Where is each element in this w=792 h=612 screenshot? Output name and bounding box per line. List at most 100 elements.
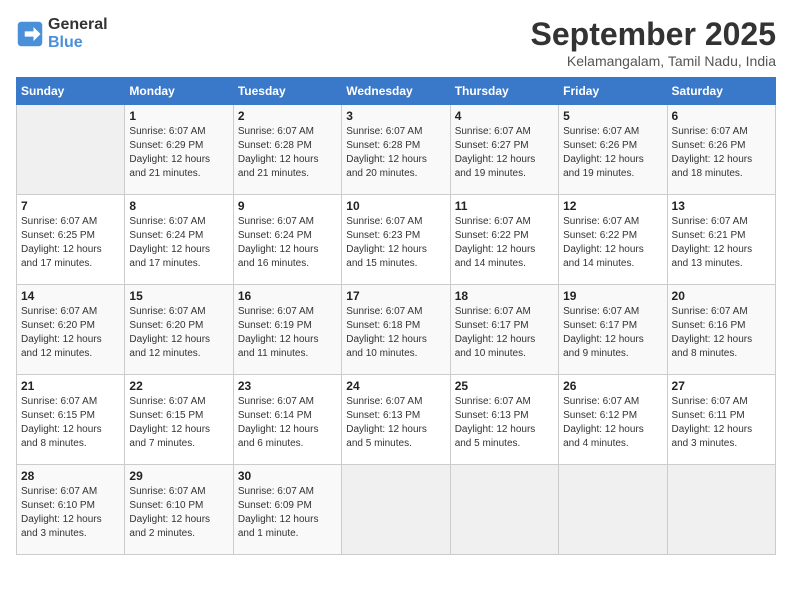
calendar-cell: 2 Sunrise: 6:07 AM Sunset: 6:28 PM Daylig… [233, 105, 341, 195]
header-friday: Friday [559, 78, 667, 105]
calendar-table: SundayMondayTuesdayWednesdayThursdayFrid… [16, 77, 776, 555]
day-number: 2 [238, 109, 337, 123]
day-number: 16 [238, 289, 337, 303]
day-info: Sunrise: 6:07 AM Sunset: 6:12 PM Dayligh… [563, 395, 662, 451]
calendar-cell [342, 465, 450, 555]
day-number: 6 [672, 109, 771, 123]
day-info: Sunrise: 6:07 AM Sunset: 6:21 PM Dayligh… [672, 215, 771, 271]
header-sunday: Sunday [17, 78, 125, 105]
calendar-cell: 16 Sunrise: 6:07 AM Sunset: 6:19 PM Dayli… [233, 285, 341, 375]
day-number: 17 [346, 289, 445, 303]
day-number: 28 [21, 469, 120, 483]
day-info: Sunrise: 6:07 AM Sunset: 6:23 PM Dayligh… [346, 215, 445, 271]
day-number: 9 [238, 199, 337, 213]
day-info: Sunrise: 6:07 AM Sunset: 6:09 PM Dayligh… [238, 485, 337, 541]
calendar-cell: 23 Sunrise: 6:07 AM Sunset: 6:14 PM Dayli… [233, 375, 341, 465]
calendar-cell: 22 Sunrise: 6:07 AM Sunset: 6:15 PM Dayli… [125, 375, 233, 465]
day-info: Sunrise: 6:07 AM Sunset: 6:17 PM Dayligh… [563, 305, 662, 361]
day-number: 15 [129, 289, 228, 303]
day-info: Sunrise: 6:07 AM Sunset: 6:10 PM Dayligh… [21, 485, 120, 541]
calendar-cell: 8 Sunrise: 6:07 AM Sunset: 6:24 PM Daylig… [125, 195, 233, 285]
calendar-cell: 10Sunrise: 6:07 AM Sunset: 6:23 PM Dayli… [342, 195, 450, 285]
day-number: 19 [563, 289, 662, 303]
day-info: Sunrise: 6:07 AM Sunset: 6:19 PM Dayligh… [238, 305, 337, 361]
calendar-cell: 3 Sunrise: 6:07 AM Sunset: 6:28 PM Daylig… [342, 105, 450, 195]
day-info: Sunrise: 6:07 AM Sunset: 6:24 PM Dayligh… [238, 215, 337, 271]
calendar-cell: 28 Sunrise: 6:07 AM Sunset: 6:10 PM Dayli… [17, 465, 125, 555]
day-info: Sunrise: 6:07 AM Sunset: 6:13 PM Dayligh… [455, 395, 554, 451]
calendar-cell: 4Sunrise: 6:07 AM Sunset: 6:27 PM Daylig… [450, 105, 558, 195]
header-tuesday: Tuesday [233, 78, 341, 105]
header-row: SundayMondayTuesdayWednesdayThursdayFrid… [17, 78, 776, 105]
calendar-week-2: 7Sunrise: 6:07 AM Sunset: 6:25 PM Daylig… [17, 195, 776, 285]
logo-icon [16, 20, 44, 48]
day-info: Sunrise: 6:07 AM Sunset: 6:17 PM Dayligh… [455, 305, 554, 361]
logo-text: General Blue [48, 16, 108, 51]
day-number: 8 [129, 199, 228, 213]
day-info: Sunrise: 6:07 AM Sunset: 6:24 PM Dayligh… [129, 215, 228, 271]
calendar-cell: 14 Sunrise: 6:07 AM Sunset: 6:20 PM Dayli… [17, 285, 125, 375]
day-info: Sunrise: 6:07 AM Sunset: 6:10 PM Dayligh… [129, 485, 228, 541]
day-number: 13 [672, 199, 771, 213]
day-info: Sunrise: 6:07 AM Sunset: 6:28 PM Dayligh… [346, 125, 445, 181]
page-header: General Blue September 2025 Kelamangalam… [16, 16, 776, 69]
calendar-cell: 12 Sunrise: 6:07 AM Sunset: 6:22 PM Dayli… [559, 195, 667, 285]
logo: General Blue [16, 16, 108, 51]
header-saturday: Saturday [667, 78, 775, 105]
day-info: Sunrise: 6:07 AM Sunset: 6:14 PM Dayligh… [238, 395, 337, 451]
title-block: September 2025 Kelamangalam, Tamil Nadu,… [531, 16, 776, 69]
calendar-week-1: 1 Sunrise: 6:07 AM Sunset: 6:29 PM Daylig… [17, 105, 776, 195]
day-number: 24 [346, 379, 445, 393]
day-info: Sunrise: 6:07 AM Sunset: 6:18 PM Dayligh… [346, 305, 445, 361]
calendar-cell: 17 Sunrise: 6:07 AM Sunset: 6:18 PM Dayli… [342, 285, 450, 375]
day-info: Sunrise: 6:07 AM Sunset: 6:28 PM Dayligh… [238, 125, 337, 181]
day-info: Sunrise: 6:07 AM Sunset: 6:29 PM Dayligh… [129, 125, 228, 181]
day-info: Sunrise: 6:07 AM Sunset: 6:15 PM Dayligh… [21, 395, 120, 451]
day-info: Sunrise: 6:07 AM Sunset: 6:16 PM Dayligh… [672, 305, 771, 361]
calendar-cell: 19 Sunrise: 6:07 AM Sunset: 6:17 PM Dayli… [559, 285, 667, 375]
day-number: 23 [238, 379, 337, 393]
location: Kelamangalam, Tamil Nadu, India [531, 53, 776, 69]
day-number: 5 [563, 109, 662, 123]
day-info: Sunrise: 6:07 AM Sunset: 6:13 PM Dayligh… [346, 395, 445, 451]
calendar-cell: 13 Sunrise: 6:07 AM Sunset: 6:21 PM Dayli… [667, 195, 775, 285]
day-info: Sunrise: 6:07 AM Sunset: 6:20 PM Dayligh… [21, 305, 120, 361]
day-number: 3 [346, 109, 445, 123]
day-number: 22 [129, 379, 228, 393]
day-info: Sunrise: 6:07 AM Sunset: 6:11 PM Dayligh… [672, 395, 771, 451]
calendar-cell: 1 Sunrise: 6:07 AM Sunset: 6:29 PM Daylig… [125, 105, 233, 195]
day-number: 11 [455, 199, 554, 213]
calendar-cell: 27 Sunrise: 6:07 AM Sunset: 6:11 PM Dayli… [667, 375, 775, 465]
calendar-week-4: 21 Sunrise: 6:07 AM Sunset: 6:15 PM Dayli… [17, 375, 776, 465]
day-number: 21 [21, 379, 120, 393]
calendar-week-5: 28 Sunrise: 6:07 AM Sunset: 6:10 PM Dayli… [17, 465, 776, 555]
day-number: 30 [238, 469, 337, 483]
header-thursday: Thursday [450, 78, 558, 105]
day-info: Sunrise: 6:07 AM Sunset: 6:25 PM Dayligh… [21, 215, 120, 271]
calendar-cell: 26 Sunrise: 6:07 AM Sunset: 6:12 PM Dayli… [559, 375, 667, 465]
calendar-cell: 15Sunrise: 6:07 AM Sunset: 6:20 PM Dayli… [125, 285, 233, 375]
day-number: 29 [129, 469, 228, 483]
calendar-cell: 25 Sunrise: 6:07 AM Sunset: 6:13 PM Dayli… [450, 375, 558, 465]
calendar-cell [559, 465, 667, 555]
day-number: 27 [672, 379, 771, 393]
day-number: 12 [563, 199, 662, 213]
day-number: 1 [129, 109, 228, 123]
calendar-cell: 11 Sunrise: 6:07 AM Sunset: 6:22 PM Dayli… [450, 195, 558, 285]
calendar-cell: 20Sunrise: 6:07 AM Sunset: 6:16 PM Dayli… [667, 285, 775, 375]
day-number: 14 [21, 289, 120, 303]
day-info: Sunrise: 6:07 AM Sunset: 6:22 PM Dayligh… [563, 215, 662, 271]
calendar-cell: 9 Sunrise: 6:07 AM Sunset: 6:24 PM Daylig… [233, 195, 341, 285]
day-number: 18 [455, 289, 554, 303]
day-info: Sunrise: 6:07 AM Sunset: 6:22 PM Dayligh… [455, 215, 554, 271]
calendar-cell: 6Sunrise: 6:07 AM Sunset: 6:26 PM Daylig… [667, 105, 775, 195]
day-number: 25 [455, 379, 554, 393]
month-title: September 2025 [531, 16, 776, 53]
day-number: 26 [563, 379, 662, 393]
calendar-cell [667, 465, 775, 555]
calendar-cell: 21 Sunrise: 6:07 AM Sunset: 6:15 PM Dayli… [17, 375, 125, 465]
day-info: Sunrise: 6:07 AM Sunset: 6:26 PM Dayligh… [563, 125, 662, 181]
day-info: Sunrise: 6:07 AM Sunset: 6:15 PM Dayligh… [129, 395, 228, 451]
calendar-cell: 5 Sunrise: 6:07 AM Sunset: 6:26 PM Daylig… [559, 105, 667, 195]
calendar-cell: 29 Sunrise: 6:07 AM Sunset: 6:10 PM Dayli… [125, 465, 233, 555]
